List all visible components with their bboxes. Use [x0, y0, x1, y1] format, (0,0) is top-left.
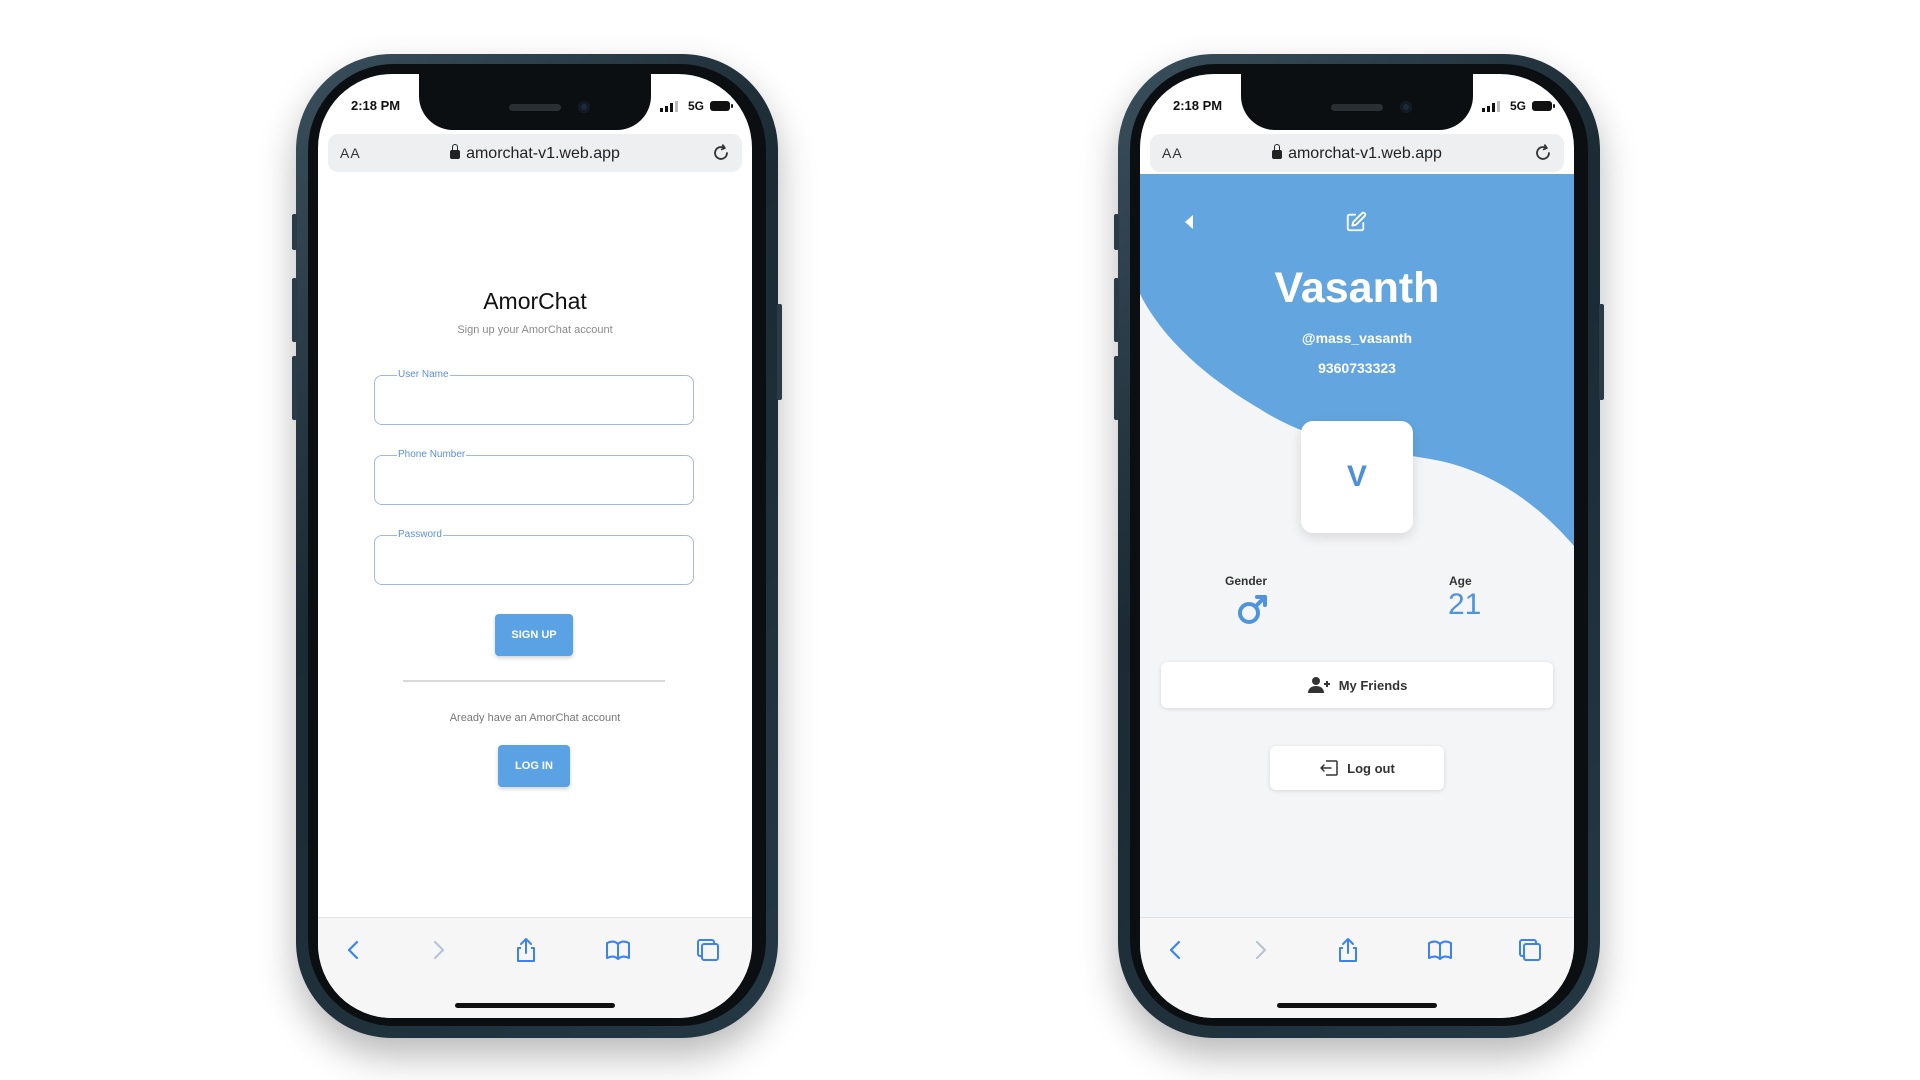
power-button — [1599, 304, 1604, 400]
volume-down-button — [292, 356, 297, 420]
phone-label: Phone Number — [397, 449, 467, 460]
app-subtitle: Sign up your AmorChat account — [457, 324, 613, 336]
tabs-icon[interactable] — [1516, 936, 1544, 964]
status-time: 2:18 PM — [351, 98, 401, 113]
speaker — [1331, 104, 1383, 111]
back-icon[interactable] — [340, 936, 368, 964]
profile-phone: 9360733323 — [1318, 360, 1396, 376]
mute-switch — [1114, 214, 1119, 250]
profile-name: Vasanth — [1274, 264, 1440, 312]
signup-button[interactable]: SIGN UP — [495, 614, 573, 656]
profile-page: Vasanth @mass_vasanth 9360733323 V Gende… — [1140, 174, 1574, 918]
tabs-icon[interactable] — [694, 936, 722, 964]
notch — [419, 74, 651, 130]
address-bar[interactable]: AA amorchat-v1.web.app — [1150, 134, 1564, 172]
back-icon[interactable] — [1162, 936, 1190, 964]
already-account-text: Aready have an AmorChat account — [449, 712, 621, 724]
front-camera — [1400, 101, 1412, 113]
password-label: Password — [397, 529, 443, 540]
login-button[interactable]: LOG IN — [498, 745, 570, 787]
power-button — [777, 304, 782, 400]
username-label: User Name — [397, 369, 450, 380]
network-label: 5G — [687, 99, 704, 113]
screen: 2:18 PM 5G AA amorchat-v1.web.app Vasant… — [1140, 74, 1574, 1018]
my-friends-button[interactable]: My Friends — [1161, 662, 1553, 708]
phone-input[interactable] — [387, 470, 681, 494]
signup-page: AmorChat Sign up your AmorChat account U… — [318, 174, 752, 918]
url-display[interactable]: amorchat-v1.web.app — [328, 144, 742, 163]
status-time: 2:18 PM — [1173, 98, 1223, 113]
speaker — [509, 104, 561, 111]
bookmarks-icon[interactable] — [1426, 936, 1454, 964]
male-icon — [1238, 595, 1267, 624]
gender-label: Gender — [1225, 574, 1268, 588]
password-field[interactable]: Password — [374, 529, 694, 585]
browser-toolbar — [318, 917, 752, 1018]
browser-toolbar — [1140, 917, 1574, 1018]
front-camera — [578, 101, 590, 113]
volume-up-button — [1114, 278, 1119, 342]
home-indicator — [455, 1003, 615, 1008]
home-indicator — [1277, 1003, 1437, 1008]
share-icon[interactable] — [512, 936, 540, 964]
profile-handle: @mass_vasanth — [1301, 330, 1413, 346]
age-label: Age — [1449, 574, 1472, 588]
lock-icon — [450, 144, 461, 159]
signal-icon — [1482, 101, 1500, 112]
share-icon[interactable] — [1334, 936, 1362, 964]
edit-icon[interactable] — [1345, 211, 1367, 233]
url-text: amorchat-v1.web.app — [1288, 145, 1442, 162]
battery-icon — [1532, 101, 1555, 111]
reload-icon[interactable] — [710, 142, 732, 164]
my-friends-label: My Friends — [1338, 677, 1408, 693]
url-text: amorchat-v1.web.app — [466, 145, 620, 162]
divider — [403, 680, 665, 682]
logout-label: Log out — [1347, 760, 1395, 776]
username-field[interactable]: User Name — [374, 369, 694, 425]
screen: 2:18 PM 5G AA amorchat-v1.web.app AmorCh… — [318, 74, 752, 1018]
app-title: AmorChat — [483, 288, 587, 314]
volume-down-button — [1114, 356, 1119, 420]
bookmarks-icon[interactable] — [604, 936, 632, 964]
phone-signup: 2:18 PM 5G AA amorchat-v1.web.app AmorCh… — [292, 54, 782, 1038]
logout-button[interactable]: Log out — [1270, 746, 1444, 790]
friends-icon — [1307, 677, 1330, 693]
phone-profile: 2:18 PM 5G AA amorchat-v1.web.app Vasant… — [1114, 54, 1604, 1038]
forward-icon[interactable] — [1246, 936, 1274, 964]
avatar: V — [1301, 421, 1413, 533]
phone-field[interactable]: Phone Number — [374, 449, 694, 505]
network-label: 5G — [1509, 99, 1526, 113]
notch — [1241, 74, 1473, 130]
back-arrow-icon[interactable] — [1182, 213, 1196, 231]
url-display[interactable]: amorchat-v1.web.app — [1150, 144, 1564, 163]
username-input[interactable] — [387, 390, 681, 414]
battery-icon — [710, 101, 733, 111]
password-input[interactable] — [387, 550, 681, 574]
reload-icon[interactable] — [1532, 142, 1554, 164]
signal-icon — [660, 101, 678, 112]
address-bar[interactable]: AA amorchat-v1.web.app — [328, 134, 742, 172]
volume-up-button — [292, 278, 297, 342]
mute-switch — [292, 214, 297, 250]
lock-icon — [1272, 144, 1283, 159]
age-value: 21 — [1448, 588, 1482, 621]
forward-icon[interactable] — [424, 936, 452, 964]
logout-icon — [1320, 760, 1338, 776]
